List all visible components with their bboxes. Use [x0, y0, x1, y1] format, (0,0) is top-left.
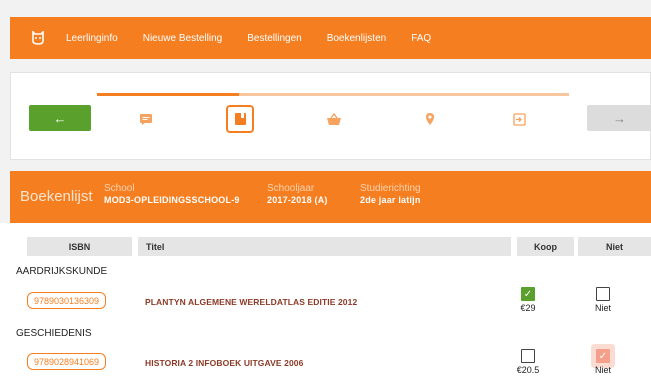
header-isbn: ISBN [27, 237, 132, 256]
location-step-icon[interactable] [419, 108, 441, 130]
nav-leerlinginfo[interactable]: Leerlinginfo [66, 33, 118, 44]
comment-step-icon[interactable] [135, 108, 157, 130]
buy-checkbox[interactable]: ✓ [521, 287, 535, 301]
book-title: PLANTYN ALGEMENE WERELDATLAS EDITIE 2012 [145, 297, 358, 307]
isbn-badge[interactable]: 9789030136309 [27, 292, 106, 309]
nav-nieuwe-bestelling[interactable]: Nieuwe Bestelling [143, 33, 223, 44]
order-stepper: ← → [10, 72, 651, 160]
isbn-badge[interactable]: 9789028941069 [27, 353, 106, 370]
nav-faq[interactable]: FAQ [411, 33, 431, 44]
buy-checkbox[interactable] [521, 349, 535, 363]
schoolyear-label: Schooljaar [267, 183, 315, 194]
schoolyear-value: 2017-2018 (A) [267, 195, 328, 205]
basket-step-icon[interactable] [323, 108, 345, 130]
header-buy: Koop [517, 237, 574, 256]
nav-bestellingen[interactable]: Bestellingen [247, 33, 301, 44]
checkmark-icon: ✓ [523, 288, 533, 300]
not-checkbox[interactable]: ✓ [596, 349, 610, 363]
page-title: Boekenlijst [20, 188, 93, 205]
price-label: €20.5 [516, 365, 540, 375]
not-label: Niet [594, 303, 611, 313]
book-title: HISTORIA 2 INFOBOEK UITGAVE 2006 [145, 358, 304, 368]
direction-field: Studierichting 2de jaar latijn [360, 183, 421, 206]
header-title: Titel [138, 237, 511, 256]
school-field: School MOD3-OPLEIDINGSSCHOOL-9 [104, 183, 240, 206]
not-label: Niet [594, 365, 611, 375]
booklist-info-bar: Boekenlijst School MOD3-OPLEIDINGSSCHOOL… [10, 171, 651, 223]
nav-boekenlijsten[interactable]: Boekenlijsten [327, 33, 386, 44]
section-heading: AARDRIJKSKUNDE [16, 266, 108, 277]
direction-value: 2de jaar latijn [360, 195, 421, 205]
progress-track [97, 93, 569, 96]
header-not: Niet [578, 237, 651, 256]
checkmark-icon: ✓ [598, 350, 608, 362]
direction-label: Studierichting [360, 183, 421, 194]
section-heading: GESCHIEDENIS [16, 328, 92, 339]
arrow-left-icon: ← [53, 110, 67, 126]
book-step-icon[interactable] [226, 105, 254, 133]
arrow-right-icon: → [613, 110, 626, 126]
booklist-table: ISBN Titel Koop Niet AARDRIJKSKUNDE 9789… [0, 223, 651, 377]
back-button[interactable]: ← [29, 105, 91, 131]
top-navbar: Leerlinginfo Nieuwe Bestelling Bestellin… [10, 17, 651, 59]
school-value: MOD3-OPLEIDINGSSCHOOL-9 [104, 195, 240, 205]
next-button[interactable]: → [587, 105, 651, 131]
schoolyear-field: Schooljaar 2017-2018 (A) [267, 183, 328, 206]
school-label: School [104, 183, 135, 194]
checkout-step-icon[interactable] [508, 108, 530, 130]
progress-fill [97, 93, 239, 96]
owl-logo-icon[interactable] [10, 17, 66, 59]
not-checkbox[interactable] [596, 287, 610, 301]
price-label: €29 [520, 303, 536, 313]
